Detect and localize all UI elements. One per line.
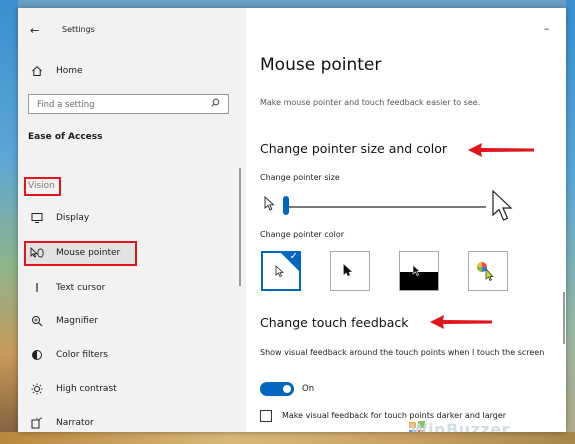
sidebar-item-text-cursor[interactable]: I Text cursor: [28, 281, 105, 295]
page-title: Mouse pointer: [260, 55, 382, 75]
pointer-size-slider-thumb[interactable]: [283, 196, 289, 215]
settings-window: ← Settings Home Ease of Access Vision Di…: [18, 8, 566, 432]
mouse-pointer-icon: [28, 247, 46, 259]
sidebar-item-display[interactable]: Display: [28, 212, 89, 224]
minimize-button[interactable]: –: [544, 22, 550, 35]
narrator-icon: [28, 417, 46, 429]
small-pointer-icon: [264, 196, 275, 211]
content-scrollbar[interactable]: [563, 292, 565, 344]
page-description: Make mouse pointer and touch feedback ea…: [260, 98, 481, 107]
window-title: Settings: [62, 25, 95, 34]
sidebar-item-label: Home: [56, 66, 83, 76]
sidebar-section-heading: Ease of Access: [28, 132, 103, 142]
sidebar-item-label: Color filters: [56, 350, 108, 360]
sidebar-item-label: Display: [56, 213, 90, 223]
annotation-arrow-icon: [468, 143, 534, 157]
pointer-color-label: Change pointer color: [260, 230, 345, 239]
sidebar-item-magnifier[interactable]: Magnifier: [28, 315, 98, 327]
desktop-background-right: [566, 0, 575, 444]
sidebar-scrollbar[interactable]: [239, 168, 241, 286]
sidebar-item-home[interactable]: Home: [28, 65, 83, 77]
black-pointer-icon: [343, 264, 353, 277]
pointer-size-slider-track[interactable]: [286, 206, 486, 208]
home-icon: [28, 65, 46, 77]
white-pointer-icon: [275, 265, 285, 278]
sidebar-item-label: Narrator: [56, 418, 94, 428]
magnifier-icon: [28, 315, 46, 327]
sidebar-item-label: High contrast: [56, 384, 117, 394]
pointer-size-label: Change pointer size: [260, 173, 340, 182]
darker-feedback-checkbox[interactable]: [260, 410, 272, 422]
sidebar-group-label: Vision: [28, 181, 55, 191]
back-arrow-icon[interactable]: ←: [30, 24, 39, 37]
content-pane: – ☐ ✕ Mouse pointer Make mouse pointer a…: [246, 8, 566, 432]
touch-feedback-toggle[interactable]: [260, 382, 294, 396]
toggle-state-label: On: [302, 384, 315, 394]
sidebar-item-narrator[interactable]: Narrator: [28, 417, 94, 429]
text-cursor-icon: I: [35, 281, 39, 295]
annotation-arrow-icon: [430, 315, 492, 329]
sidebar: ← Settings Home Ease of Access Vision Di…: [18, 8, 246, 432]
touch-feedback-description: Show visual feedback around the touch po…: [260, 348, 545, 357]
desktop-background-left: [0, 0, 18, 444]
touch-feedback-heading: Change touch feedback: [260, 315, 409, 330]
monitor-icon: [28, 212, 46, 224]
search-input[interactable]: [29, 95, 209, 115]
sidebar-item-label: Magnifier: [56, 316, 99, 326]
inverted-pointer-icon: [412, 264, 421, 276]
pointer-color-inverted[interactable]: [399, 251, 439, 291]
size-color-heading: Change pointer size and color: [260, 141, 447, 156]
search-icon[interactable]: [211, 98, 220, 110]
desktop-background-bottom: [0, 432, 575, 444]
color-wheel-icon: [477, 262, 494, 281]
pointer-color-black[interactable]: [330, 251, 370, 291]
pointer-color-custom[interactable]: [468, 251, 508, 291]
sidebar-item-label: Mouse pointer: [56, 248, 121, 258]
color-filters-icon: [28, 349, 46, 361]
large-pointer-icon: [492, 189, 513, 221]
sidebar-item-color-filters[interactable]: Color filters: [28, 349, 108, 361]
check-icon: ✓: [289, 251, 298, 262]
pointer-color-white[interactable]: ✓: [261, 251, 301, 291]
sidebar-item-mouse-pointer[interactable]: Mouse pointer: [28, 247, 120, 259]
search-box[interactable]: [28, 94, 229, 115]
high-contrast-icon: [28, 383, 46, 395]
watermark-text: WinBuzzer: [410, 420, 510, 432]
sidebar-item-high-contrast[interactable]: High contrast: [28, 383, 117, 395]
toggle-knob: [283, 385, 291, 393]
sidebar-item-label: Text cursor: [56, 283, 106, 293]
darker-feedback-label: Make visual feedback for touch points da…: [282, 411, 507, 420]
